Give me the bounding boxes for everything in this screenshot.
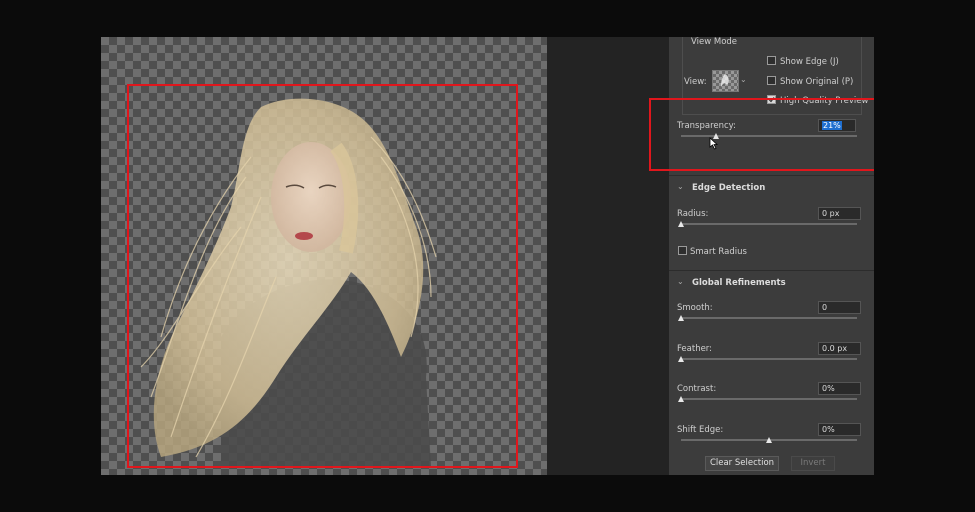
feather-slider[interactable] — [681, 358, 857, 360]
view-label: View: — [684, 77, 707, 87]
contrast-slider[interactable] — [681, 398, 857, 400]
feather-slider-thumb[interactable] — [678, 356, 684, 362]
section-divider — [669, 270, 874, 271]
smart-radius-checkbox[interactable] — [678, 246, 687, 255]
radius-label: Radius: — [677, 209, 709, 219]
transparency-highlight-box — [649, 98, 874, 171]
feather-input[interactable]: 0.0 px — [818, 342, 861, 355]
shift-edge-slider-thumb[interactable] — [766, 437, 772, 443]
radius-slider[interactable] — [681, 223, 857, 225]
radius-input[interactable]: 0 px — [818, 207, 861, 220]
canvas-highlight-box — [127, 84, 518, 468]
global-refinements-chevron-icon[interactable]: ⌄ — [677, 277, 684, 286]
clear-selection-button[interactable]: Clear Selection — [705, 456, 779, 471]
contrast-slider-thumb[interactable] — [678, 396, 684, 402]
radius-slider-thumb[interactable] — [678, 221, 684, 227]
shift-edge-input[interactable]: 0% — [818, 423, 861, 436]
feather-label: Feather: — [677, 344, 713, 354]
section-divider — [669, 175, 874, 176]
contrast-input[interactable]: 0% — [818, 382, 861, 395]
select-and-mask-workspace: View Mode View: ⌄ Show Edge (J) Show Ori… — [101, 37, 874, 475]
smooth-label: Smooth: — [677, 303, 713, 313]
smooth-slider[interactable] — [681, 317, 857, 319]
global-refinements-title[interactable]: Global Refinements — [692, 278, 786, 288]
show-original-checkbox[interactable] — [767, 76, 776, 85]
view-mode-title: View Mode — [691, 37, 738, 47]
show-edge-label: Show Edge (J) — [780, 57, 839, 67]
smooth-input[interactable]: 0 — [818, 301, 861, 314]
smooth-slider-thumb[interactable] — [678, 315, 684, 321]
view-mode-thumbnail-icon[interactable] — [712, 70, 739, 92]
contrast-label: Contrast: — [677, 384, 717, 394]
edge-detection-chevron-icon[interactable]: ⌄ — [677, 182, 684, 191]
smart-radius-label: Smart Radius — [690, 247, 747, 257]
shift-edge-label: Shift Edge: — [677, 425, 724, 435]
show-original-label: Show Original (P) — [780, 77, 854, 87]
chevron-down-icon[interactable]: ⌄ — [740, 75, 747, 84]
show-edge-checkbox[interactable] — [767, 56, 776, 65]
edge-detection-title[interactable]: Edge Detection — [692, 183, 765, 193]
invert-button[interactable]: Invert — [791, 456, 835, 471]
